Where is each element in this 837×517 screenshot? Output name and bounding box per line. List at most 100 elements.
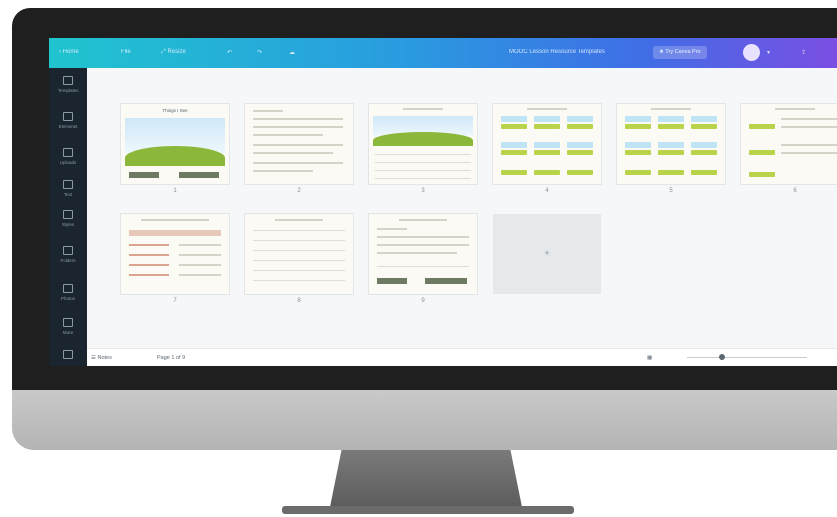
plus-icon: + <box>544 248 550 258</box>
text-line <box>377 236 469 238</box>
text-line <box>781 152 837 154</box>
sidebar-item-styles[interactable]: Styles <box>58 210 78 227</box>
chevron-down-icon[interactable]: ▾ <box>767 49 770 56</box>
grass-strip <box>534 170 560 175</box>
styles-icon <box>63 210 73 219</box>
table-line <box>253 240 345 241</box>
hill-graphic <box>125 146 225 166</box>
more-icon <box>63 318 73 327</box>
zoom-slider[interactable] <box>687 357 807 358</box>
grass-strip <box>658 124 684 129</box>
sky-strip <box>658 116 684 122</box>
grass-strip <box>534 124 560 129</box>
label-box <box>179 172 219 178</box>
text-line <box>253 118 343 120</box>
page-number: 9 <box>421 298 425 304</box>
page-thumbnail[interactable] <box>369 104 477 184</box>
text-line <box>141 219 209 221</box>
sidebar-item-uploads[interactable]: Uploads <box>58 148 78 165</box>
sidebar-item-label: Folders <box>60 258 76 263</box>
grass-strip <box>749 150 775 155</box>
avatar[interactable] <box>743 44 760 61</box>
sidebar-item-extra[interactable] <box>58 350 78 362</box>
page-thumbnail[interactable] <box>121 214 229 294</box>
sky-strip <box>567 116 593 122</box>
sidebar-item-label: Text <box>63 192 73 197</box>
grass-strip <box>658 150 684 155</box>
grass-strip <box>749 172 775 177</box>
file-menu[interactable]: File <box>121 49 131 55</box>
grass-strip <box>501 150 527 155</box>
page-thumbnail[interactable] <box>741 104 837 184</box>
try-pro-label: Try Canva Pro <box>665 49 701 55</box>
grass-strip <box>567 170 593 175</box>
label-box <box>377 278 407 284</box>
text-line <box>129 264 169 266</box>
sidebar-item-elements[interactable]: Elements <box>58 112 78 129</box>
page-title: Things I See <box>162 108 188 113</box>
elements-icon <box>63 112 73 121</box>
template-icon <box>63 76 73 85</box>
page-number: 1 <box>173 188 177 194</box>
text-line <box>253 152 333 154</box>
sidebar-item-more[interactable]: More <box>58 318 78 335</box>
zoom-slider-handle[interactable] <box>719 354 725 360</box>
table-line <box>253 260 345 261</box>
sidebar-item-folders[interactable]: Folders <box>58 246 78 263</box>
text-line <box>781 126 837 128</box>
sky-strip <box>534 142 560 148</box>
table-line <box>375 178 471 179</box>
notes-button[interactable]: ☰ Notes <box>91 355 112 361</box>
page-number: 4 <box>545 188 549 194</box>
page-number: 2 <box>297 188 301 194</box>
resize-label: Resize <box>167 49 186 55</box>
text-line <box>253 126 343 128</box>
sidebar-item-templates[interactable]: Templates <box>58 76 79 93</box>
table-line <box>253 230 345 231</box>
sidebar-item-text[interactable]: Text <box>58 180 78 197</box>
text-line <box>129 244 169 246</box>
text-line <box>253 170 313 172</box>
monitor-base <box>282 506 574 514</box>
page-number: 8 <box>297 298 301 304</box>
sidebar-item-photos[interactable]: Photos <box>58 284 78 301</box>
page-thumbnail[interactable] <box>369 214 477 294</box>
label-box <box>425 278 467 284</box>
resize-button[interactable]: ⤢ Resize <box>161 49 186 56</box>
table-line <box>375 170 471 171</box>
page-thumbnail[interactable] <box>617 104 725 184</box>
editor-sidebar: Templates Elements Uploads Text Styles F… <box>49 68 87 366</box>
monitor-screen: ‹ Home File ⤢ Resize ↶ ↷ ☁ MOOC Lesson R… <box>49 38 837 366</box>
grass-strip <box>567 124 593 129</box>
sky-strip <box>658 142 684 148</box>
share-icon[interactable]: ⇪ <box>801 49 806 56</box>
editor-bottombar: ☰ Notes Page 1 of 9 ▦ <box>87 348 837 366</box>
page-thumbnail[interactable] <box>493 104 601 184</box>
text-line <box>253 162 343 164</box>
page-thumbnail[interactable] <box>245 104 353 184</box>
try-pro-button[interactable]: ★ Try Canva Pro <box>653 46 707 59</box>
page-thumbnail[interactable]: Things I See <box>121 104 229 184</box>
home-label: Home <box>62 49 79 55</box>
text-line <box>781 118 837 120</box>
text-line <box>377 252 457 254</box>
home-button[interactable]: ‹ Home <box>59 49 79 55</box>
redo-icon[interactable]: ↷ <box>257 49 262 56</box>
grass-strip <box>501 170 527 175</box>
grass-strip <box>691 170 717 175</box>
grass-strip <box>567 150 593 155</box>
monitor-stand <box>330 450 522 508</box>
grid-view-icon[interactable]: ▦ <box>647 355 652 361</box>
cloud-save-icon[interactable]: ☁ <box>289 49 295 56</box>
page-thumbnail[interactable] <box>245 214 353 294</box>
table-line <box>253 280 345 281</box>
sidebar-item-label: Photos <box>60 296 75 301</box>
text-line <box>275 219 323 221</box>
text-line <box>775 108 815 110</box>
table-line <box>253 250 345 251</box>
add-page-button[interactable]: + <box>493 214 601 294</box>
sidebar-item-label: Styles <box>61 222 75 227</box>
document-title[interactable]: MOOC Lesson Resource Templates <box>509 49 605 55</box>
undo-icon[interactable]: ↶ <box>227 49 232 56</box>
grass-strip <box>501 124 527 129</box>
